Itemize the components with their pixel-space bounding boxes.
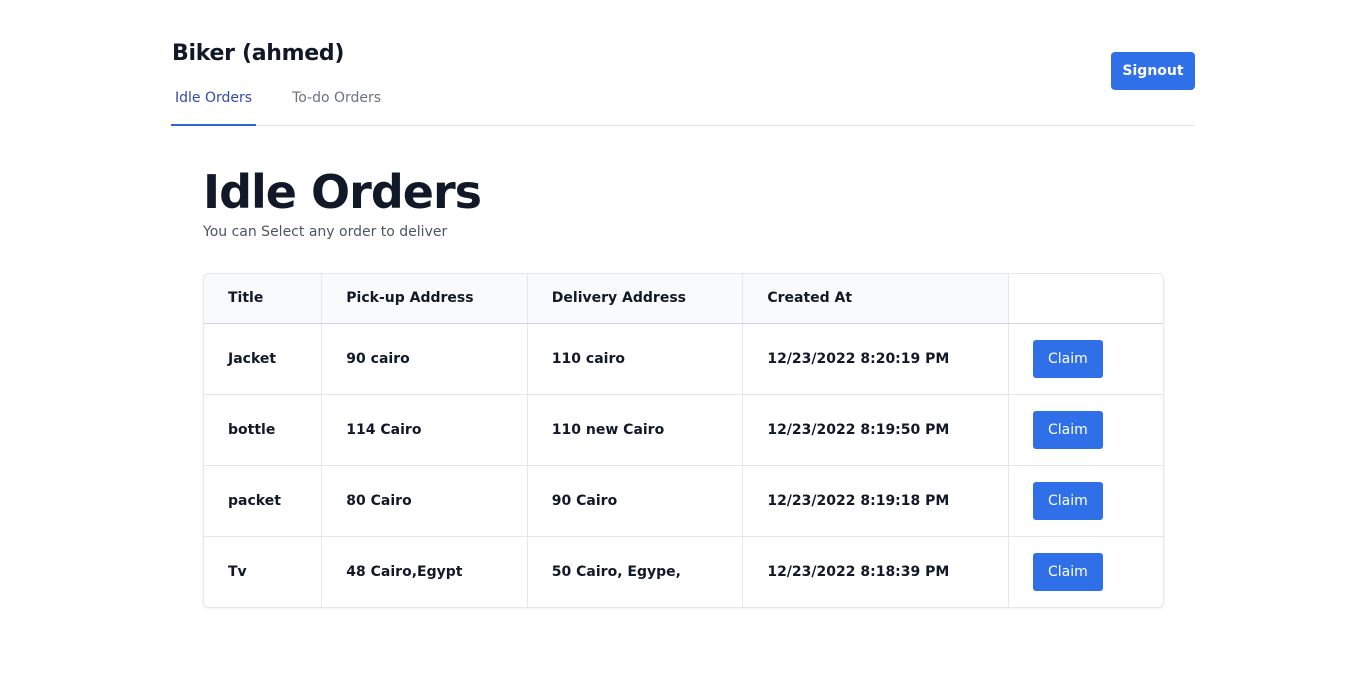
cell-pickup: 114 Cairo <box>321 393 528 465</box>
claim-button[interactable]: Claim <box>1032 481 1103 520</box>
column-header-title: Title <box>204 274 322 324</box>
table-row: Tv 48 Cairo,Egypt 50 Cairo, Egype, 12/23… <box>204 535 1163 607</box>
column-header-pickup: Pick-up Address <box>321 274 528 324</box>
cell-delivery: 90 Cairo <box>526 464 743 536</box>
cell-created: 12/23/2022 8:18:39 PM <box>742 535 1009 607</box>
cell-action: Claim <box>1007 464 1163 536</box>
cell-pickup: 80 Cairo <box>321 464 528 536</box>
cell-title: packet <box>204 464 322 536</box>
cell-action: Claim <box>1007 323 1163 394</box>
tab-idle-orders[interactable]: Idle Orders <box>171 88 257 126</box>
cell-created: 12/23/2022 8:19:18 PM <box>742 464 1009 536</box>
page-title: Idle Orders <box>203 165 482 219</box>
cell-created: 12/23/2022 8:20:19 PM <box>742 323 1009 394</box>
column-header-created: Created At <box>742 274 1009 324</box>
tab-todo-orders[interactable]: To-do Orders <box>288 88 385 126</box>
claim-button[interactable]: Claim <box>1032 339 1103 378</box>
table-row: packet 80 Cairo 90 Cairo 12/23/2022 8:19… <box>204 464 1163 536</box>
table-row: bottle 114 Cairo 110 new Cairo 12/23/202… <box>204 393 1163 465</box>
signout-button[interactable]: Signout <box>1111 52 1195 90</box>
claim-button[interactable]: Claim <box>1032 552 1103 591</box>
tab-bar: Idle Orders To-do Orders <box>171 88 417 126</box>
claim-button[interactable]: Claim <box>1032 410 1103 449</box>
table-header-row: Title Pick-up Address Delivery Address C… <box>204 274 1163 324</box>
cell-delivery: 50 Cairo, Egype, <box>526 535 743 607</box>
main-content: Idle Orders You can Select any order to … <box>203 160 1164 608</box>
cell-pickup: 48 Cairo,Egypt <box>321 535 528 607</box>
app-header: Biker (ahmed) Idle Orders To-do Orders S… <box>171 0 1195 126</box>
orders-table-container: Title Pick-up Address Delivery Address C… <box>203 273 1164 608</box>
page-subtitle: You can Select any order to deliver <box>203 224 448 240</box>
cell-title: Tv <box>204 535 322 607</box>
column-header-action <box>1007 274 1163 324</box>
cell-title: bottle <box>204 393 322 465</box>
app-title: Biker (ahmed) <box>172 41 345 66</box>
cell-title: Jacket <box>228 350 277 367</box>
cell-created: 12/23/2022 8:19:50 PM <box>742 393 1009 465</box>
orders-table: Title Pick-up Address Delivery Address C… <box>204 274 1163 607</box>
cell-action: Claim <box>1007 535 1163 607</box>
cell-pickup: 90 cairo <box>321 323 528 394</box>
column-header-delivery: Delivery Address <box>526 274 743 324</box>
cell-delivery: 110 new Cairo <box>526 393 743 465</box>
cell-delivery: 110 cairo <box>526 323 743 394</box>
table-row: Jacket 90 cairo 110 cairo 12/23/2022 8:2… <box>204 323 1163 394</box>
cell-action: Claim <box>1007 393 1163 465</box>
